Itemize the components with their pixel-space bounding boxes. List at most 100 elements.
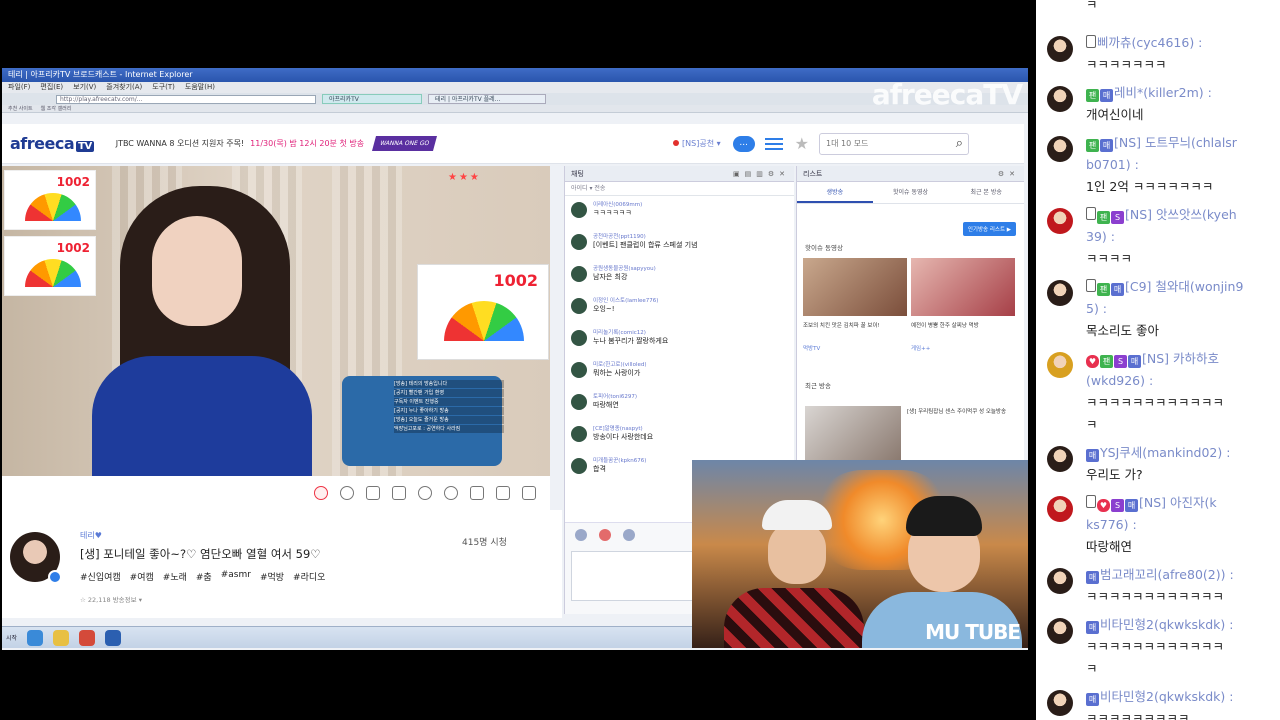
location-icon[interactable] [340, 486, 354, 500]
chat-avatar[interactable] [1047, 208, 1073, 234]
chat-username[interactable]: ks776) : [1086, 516, 1137, 534]
chat-username[interactable]: (wkd926) : [1086, 372, 1153, 390]
start-button[interactable]: 시작 [6, 633, 17, 642]
chat-user[interactable]: 미로(한고로)(villoled) [593, 356, 794, 368]
chat-username[interactable]: 5) : [1086, 300, 1107, 318]
chat-bubble-icon[interactable]: ... [732, 135, 755, 152]
browser-tab-1[interactable]: 아프리카TV [322, 94, 422, 104]
thumbnail-caption[interactable]: 예전이 병뿜 한주 살찌냥 먹방 [911, 322, 1015, 330]
chat-username[interactable]: 팬 매 레비*(killer2m) : [1086, 84, 1212, 102]
chat-username[interactable]: 팬 매 [NS] 도트무늬(chlalsr [1086, 134, 1237, 152]
search-box[interactable]: 1대 10 모드 ⌕ [818, 132, 969, 155]
chat-username[interactable]: 39) : [1086, 228, 1115, 246]
chat-username[interactable]: 매 비타민형2(qkwkskdk) : [1086, 616, 1233, 634]
search-input[interactable]: 1대 10 모드 [826, 138, 868, 149]
emoji-icon[interactable] [418, 486, 432, 500]
chat-username[interactable]: ♥ 팬 S 매 [NS] 카하하호 [1086, 350, 1219, 368]
menu-tools[interactable]: 도구(T) [152, 82, 175, 93]
chat-user[interactable]: 공원생동물공원(sapyyou) [593, 260, 794, 272]
ie-icon[interactable] [27, 629, 44, 646]
chat-username[interactable]: 팬 S [NS] 앗쓰앗쓰(kyeh [1086, 206, 1237, 224]
chat-avatar[interactable] [1047, 36, 1073, 62]
tag[interactable]: #asmr [221, 570, 251, 583]
tab-recent[interactable]: 최근 본 방송 [948, 182, 1024, 203]
edit-icon[interactable] [366, 486, 380, 500]
chat-username[interactable]: b0701) : [1086, 156, 1139, 174]
favorite-item[interactable]: 웹 조각 갤러리 [41, 105, 72, 112]
chat-user[interactable]: 미리놀기록(comic12) [593, 324, 794, 336]
tag[interactable]: #라디오 [293, 570, 325, 583]
chat-avatar[interactable] [1047, 280, 1073, 306]
chat-username[interactable]: 매 비타민형2(qkwkskdk) : [1086, 688, 1233, 706]
share-icon[interactable] [522, 486, 536, 500]
gift-icon[interactable] [599, 529, 611, 541]
chat-username[interactable]: ♥ S 매 [NS] 아진자(k [1086, 494, 1217, 512]
thumbnail-caption[interactable]: 조보의 치킨 맛은 김치파 꿀 보이! [803, 322, 907, 330]
video-thumbnail[interactable] [911, 258, 1015, 316]
chat-user[interactable]: 이정인 이스토(lamlee776) [593, 292, 794, 304]
menu-help[interactable]: 도움말(H) [185, 82, 215, 93]
chat-avatar[interactable] [1047, 136, 1073, 162]
panel-controls[interactable]: ⚙✕ [998, 166, 1024, 181]
menu-view[interactable]: 보기(V) [73, 82, 96, 93]
emoticon-icon[interactable] [575, 529, 587, 541]
chat-username[interactable]: 삐까츄(cyc4616) : [1086, 34, 1202, 52]
video-thumbnail[interactable] [803, 258, 907, 316]
favorite-star-icon[interactable] [470, 486, 484, 500]
recommend-star-icon[interactable] [496, 486, 510, 500]
channel-name[interactable]: 테리♥ [80, 530, 102, 541]
chat-avatar[interactable] [1047, 86, 1073, 112]
chat-username[interactable]: 팬 매 [C9] 철와대(wonjin9 [1086, 278, 1243, 296]
tab-hot-video[interactable]: 핫이슈 동영상 [873, 182, 949, 203]
login-button[interactable]: [NS]공천 ▾ [673, 138, 721, 149]
menu-file[interactable]: 파일(F) [8, 82, 30, 93]
thumbnail-caption[interactable]: [생] 우리팀잡님 센스 주이먹쿠 성 오늘방송 [907, 408, 1007, 416]
folder-icon[interactable] [53, 629, 70, 646]
broadcast-subinfo[interactable]: ☆ 22,118 방송정보 ▾ [80, 594, 142, 604]
app-icon[interactable] [105, 629, 122, 646]
chat-avatar[interactable] [1047, 446, 1073, 472]
chat-toolbar[interactable]: 아이디 ▾ 전송 [565, 182, 794, 196]
chat-username[interactable]: 매 범고래꼬리(afre80(2)) : [1086, 566, 1234, 584]
settings-icon[interactable] [623, 529, 635, 541]
star-icon[interactable]: ★ [795, 134, 809, 153]
chrome-icon[interactable] [79, 629, 96, 646]
chat-user[interactable]: 공천마공천(ppt1190) [593, 228, 794, 240]
chat-avatar[interactable] [1047, 690, 1073, 716]
menu-icon[interactable] [764, 137, 783, 150]
browser-tab-2[interactable]: 테리 | 아프리카TV 플레... [428, 94, 546, 104]
menu-favorites[interactable]: 즐겨찾기(A) [106, 82, 142, 93]
chat-avatar[interactable] [1047, 618, 1073, 644]
chat-user[interactable]: 이레아신(0069mm) [593, 196, 794, 208]
tag[interactable]: #먹방 [260, 570, 284, 583]
search-icon[interactable]: ⌕ [956, 136, 968, 151]
chat-avatar[interactable] [1047, 352, 1073, 378]
afreeca-logo[interactable]: afreeca TV [10, 134, 94, 153]
promo-time[interactable]: 11/30(목) 밤 12시 20분 첫 방송 [250, 138, 364, 149]
promo-badge[interactable]: WANNA ONE GO [372, 136, 438, 151]
chat-message-text: 따랑해연 [1086, 539, 1133, 554]
chat-user[interactable]: 토피어(toni6297) [593, 388, 794, 400]
chat-avatar[interactable] [1047, 568, 1073, 594]
screenshot-icon[interactable] [392, 486, 406, 500]
tag[interactable]: #춤 [196, 570, 212, 583]
tag[interactable]: #신입여캠 [80, 570, 121, 583]
popular-list-button[interactable]: 인기방송 리스트 ▶ [962, 222, 1016, 236]
tag[interactable]: #노래 [163, 570, 187, 583]
thumbnail-source[interactable]: 게임++ [911, 344, 930, 352]
thumbnail-source[interactable]: 먹방TV [803, 344, 820, 352]
menu-edit[interactable]: 편집(E) [40, 82, 63, 93]
favorite-item[interactable]: 추천 사이트 [8, 105, 33, 112]
video-player[interactable]: 1002 1002 1002 [방송] 테리의 방송입니다 [공지] 빨간팬 가… [2, 166, 550, 476]
record-icon[interactable] [314, 486, 328, 500]
address-bar[interactable]: http://play.afreecatv.com/... [56, 94, 316, 104]
chat-avatar[interactable] [1047, 496, 1073, 522]
video-thumbnail[interactable] [805, 406, 901, 460]
promo-text[interactable]: JTBC WANNA 8 오디션 지원자 주목! [116, 138, 244, 149]
panel-controls[interactable]: ▣▤▥⚙✕ [733, 166, 794, 181]
clock-icon[interactable] [444, 486, 458, 500]
tag[interactable]: #여캠 [130, 570, 154, 583]
chat-username[interactable]: 매 YSJ쿠세(mankind02) : [1086, 444, 1230, 462]
chat-user[interactable]: [CE]알명종(naspyt) [593, 420, 794, 432]
tab-live[interactable]: 생방송 [797, 182, 873, 203]
